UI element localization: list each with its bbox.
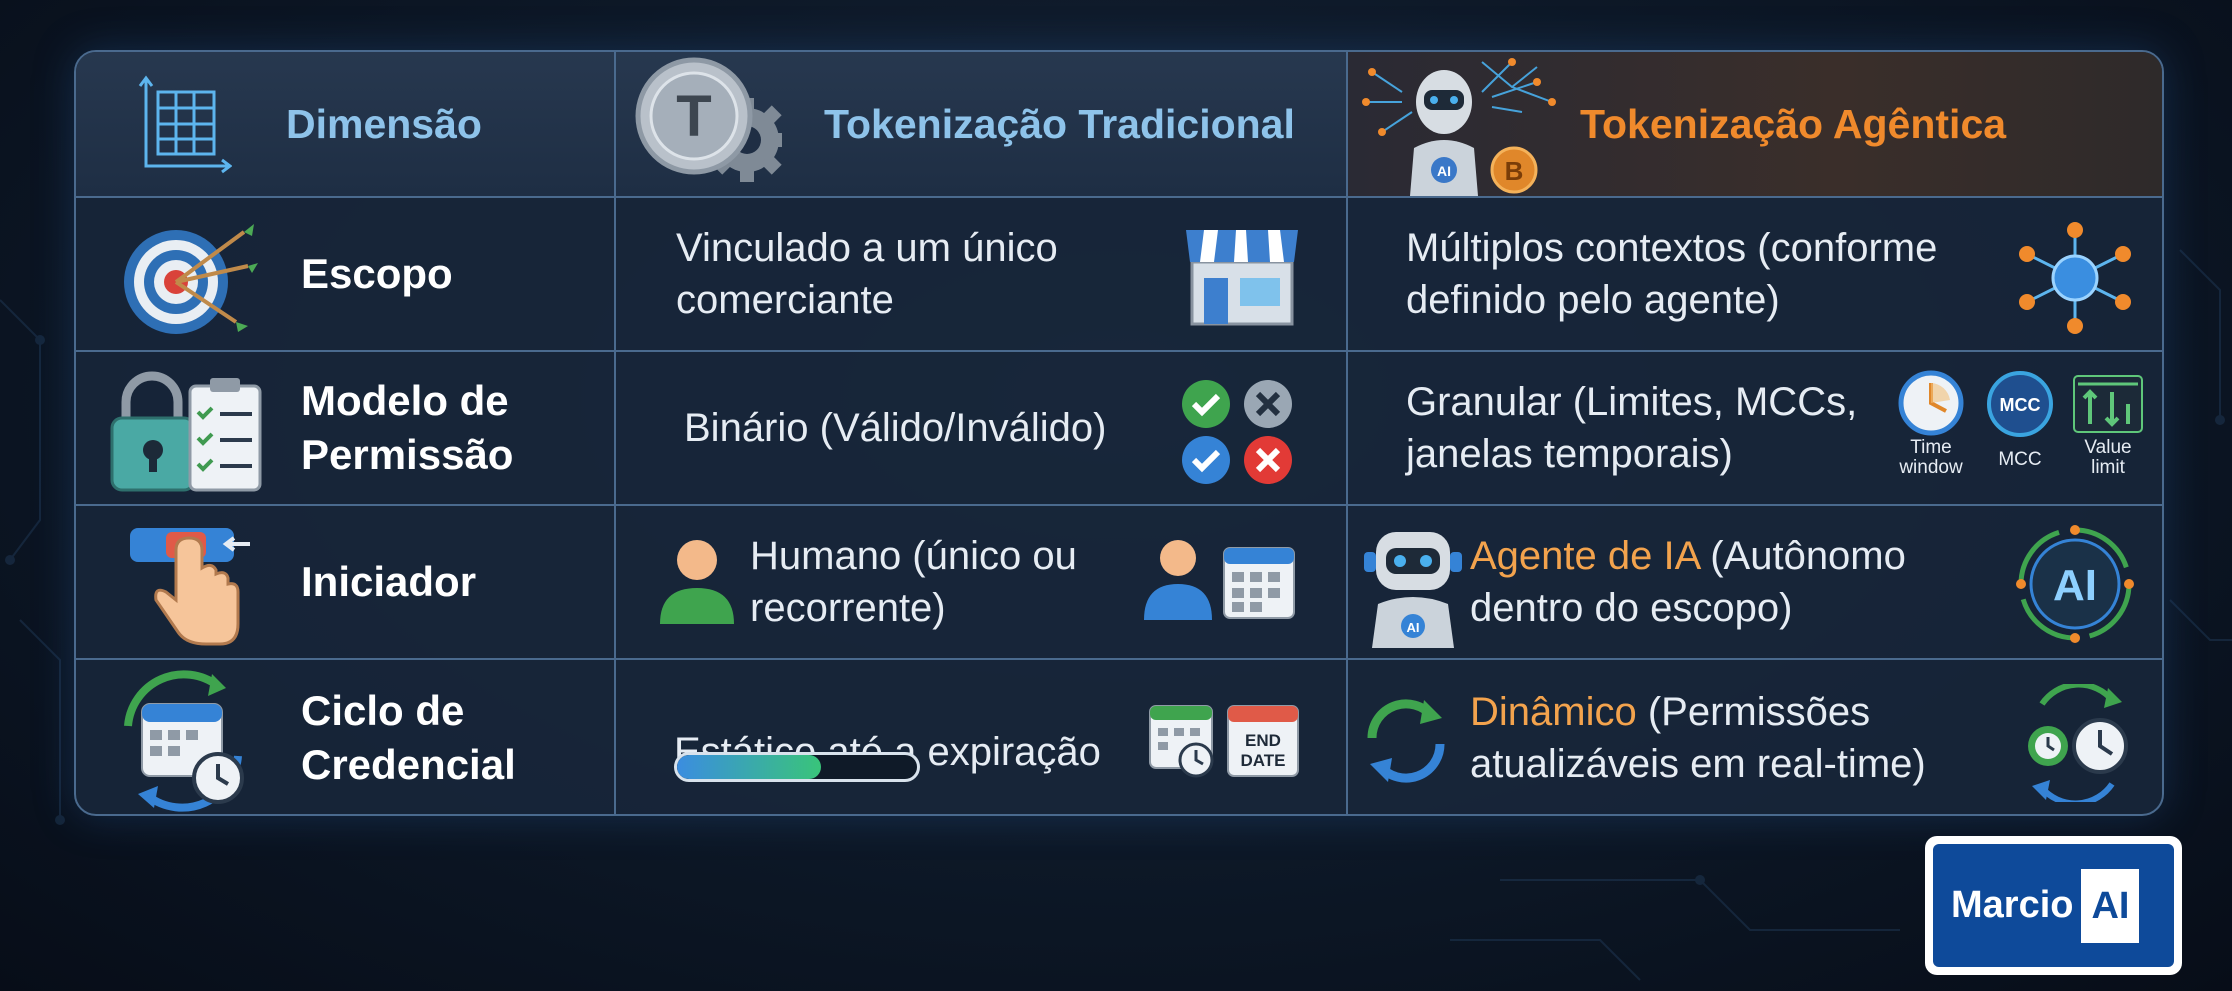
column-divider: [1346, 52, 1348, 814]
logo-name: Marcio: [1951, 884, 2074, 926]
coin-gear-icon: T: [635, 57, 782, 182]
value-limit-icon: [2073, 375, 2143, 433]
text-line: definido pelo agente): [1406, 278, 1780, 322]
progress-fill: [677, 755, 821, 779]
initiator-traditional: Humano (único ou recorrente): [750, 506, 1077, 658]
robot-agent-icon: AI: [1364, 532, 1462, 648]
text-line: Credencial: [301, 741, 516, 788]
scope-agentic: Múltiplos contextos (conforme definido p…: [1406, 198, 1937, 350]
text-line: Humano (único ou: [750, 534, 1077, 578]
mcc-badge-icon: MCC: [1987, 371, 2053, 437]
mcc-caption: MCC: [1998, 449, 2042, 470]
user-calendar-icon: [1144, 540, 1295, 620]
time-window-clock-icon: [1898, 370, 1964, 436]
refresh-arrows-icon: [1367, 699, 1445, 783]
text-line: Ciclo de: [301, 687, 465, 734]
value-limit-caption: Value limit: [2066, 438, 2150, 478]
permission-traditional: Binário (Válido/Inválido): [684, 406, 1107, 450]
text-line: recorrente): [750, 586, 946, 630]
dynamic-rest: (Permissões: [1636, 690, 1871, 734]
text-line: Time: [1910, 437, 1952, 458]
row-label-credential-cycle: Ciclo de Credencial: [301, 660, 516, 814]
permission-agentic: Granular (Limites, MCCs, janelas tempora…: [1406, 352, 1857, 504]
end-date-line1: END: [1245, 731, 1281, 750]
text-line: Dinâmico (Permissões: [1470, 686, 1870, 738]
row-label-permission: Modelo de Permissão: [301, 352, 513, 504]
text-line: atualizáveis em real-time): [1470, 742, 1926, 786]
end-date-line2: DATE: [1240, 751, 1285, 770]
calendar-clock-icon: [1149, 705, 1214, 778]
coin-letter: T: [676, 84, 711, 149]
expiration-progress-bar: [674, 752, 920, 782]
initiator-agentic: Agente de IA (Autônomo dentro do escopo): [1470, 506, 1906, 658]
robot-badge-label: AI: [1407, 620, 1420, 635]
text-line: Modelo de: [301, 377, 509, 424]
text-line: Vinculado a um único: [676, 226, 1058, 270]
marcio-ai-logo: Marcio AI: [1925, 836, 2182, 975]
credential-agentic: Dinâmico (Permissões atualizáveis em rea…: [1470, 660, 1926, 814]
network-hub-icon: [2019, 222, 2131, 334]
user-icon: [660, 540, 734, 624]
row-label-scope: Escopo: [301, 250, 453, 297]
gear-clock-cycle-icon: [2028, 684, 2128, 802]
text-line: Agente de IA (Autônomo: [1470, 530, 1906, 582]
hand-press-button-icon: [130, 528, 250, 646]
time-window-caption: Time window: [1884, 438, 1978, 478]
mcc-badge-label: MCC: [2000, 395, 2041, 415]
logo-inner: Marcio AI: [1933, 844, 2174, 967]
row-label-initiator: Iniciador: [301, 558, 477, 605]
grid-axis-icon: [138, 75, 232, 174]
text-line: janelas temporais): [1406, 432, 1733, 476]
text-line: window: [1899, 457, 1963, 478]
valid-invalid-icons: [1182, 380, 1292, 484]
target-arrows-icon: [124, 224, 258, 334]
header-dimension: Dimensão: [286, 100, 482, 147]
header-traditional: Tokenização Tradicional: [824, 100, 1295, 147]
text-line: Granular (Limites, MCCs,: [1406, 380, 1858, 424]
storefront-icon: [1186, 230, 1298, 326]
text-line: limit: [2091, 457, 2125, 478]
scope-traditional: Vinculado a um único comerciante: [676, 198, 1058, 350]
calendar-cycle-icon: [124, 670, 244, 812]
lock-checklist-icon: [110, 371, 262, 492]
text-line: dentro do escopo): [1470, 586, 1793, 630]
column-divider: [614, 52, 616, 814]
dynamic-highlight: Dinâmico: [1470, 690, 1637, 734]
bitcoin-letter: B: [1505, 156, 1524, 186]
end-date-calendar-icon: END DATE: [1227, 705, 1299, 777]
logo-suffix: AI: [2081, 868, 2140, 943]
header-agentic: Tokenização Agêntica: [1580, 100, 2007, 147]
text-line: comerciante: [676, 278, 894, 322]
text-line: Value: [2084, 437, 2132, 458]
ai-circle-icon: AI: [2016, 525, 2134, 643]
text-line: Múltiplos contextos (conforme: [1406, 226, 1938, 270]
agent-highlight: Agente de IA: [1470, 534, 1700, 578]
comparison-table: Dimensão T Tokenização Tradicional AI B …: [74, 50, 2164, 816]
agent-rest: (Autônomo: [1699, 534, 1906, 578]
robot-chest-label: AI: [1437, 163, 1451, 179]
robot-crypto-icon: AI B: [1362, 58, 1556, 196]
text-line: Permissão: [301, 431, 514, 478]
ai-circle-label: AI: [2053, 561, 2097, 610]
